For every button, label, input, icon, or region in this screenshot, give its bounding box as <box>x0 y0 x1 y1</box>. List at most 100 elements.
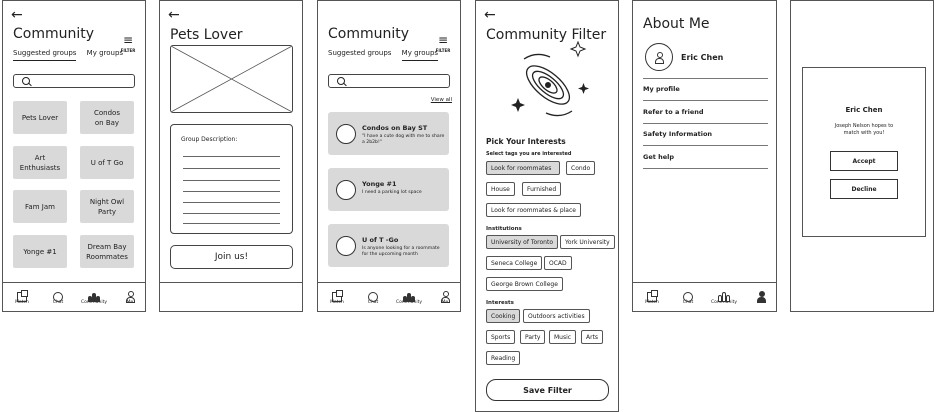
menu-item-profile[interactable]: My profile <box>643 85 768 101</box>
group-card[interactable]: U of T -Go Is anyone looking for a roomm… <box>328 224 449 267</box>
save-filter-button[interactable]: Save Filter <box>486 379 609 401</box>
group-people-icon <box>336 124 356 144</box>
institution-chip[interactable]: George Brown College <box>486 277 563 291</box>
tag-chip[interactable]: Look for roommates <box>486 161 560 175</box>
tab-match[interactable]: Match <box>7 287 37 305</box>
screen-match-request: Eric Chen Joseph Nelson hopes to match w… <box>790 0 934 312</box>
bottom-tab-bar: Match Chat Community Me <box>3 282 145 311</box>
tab-suggested-groups[interactable]: Suggested groups <box>328 49 391 60</box>
chat-icon <box>53 292 63 302</box>
community-icon <box>403 292 415 302</box>
group-desc: I need a parking lot space <box>362 190 422 195</box>
text-line <box>183 213 280 214</box>
chat-icon <box>368 292 378 302</box>
accept-button[interactable]: Accept <box>830 151 898 171</box>
group-name: Condos on Bay ST <box>362 124 428 132</box>
interest-chip[interactable]: Cooking <box>486 309 521 323</box>
group-tile[interactable]: Dream Bay Roommates <box>80 235 134 268</box>
group-description-box: Group Description: <box>170 124 293 234</box>
group-people-icon <box>336 236 356 256</box>
group-tile[interactable]: Yonge #1 <box>13 235 67 268</box>
person-icon <box>126 291 135 303</box>
text-line <box>183 191 280 192</box>
search-icon <box>22 77 30 85</box>
group-tile[interactable]: Pets Lover <box>13 101 67 134</box>
tab-chat[interactable]: Chat <box>43 287 73 305</box>
tab-match[interactable]: Match <box>637 287 667 305</box>
tab-me[interactable]: Me <box>430 287 460 305</box>
tab-my-groups[interactable]: My groups <box>87 49 123 60</box>
decline-button[interactable]: Decline <box>830 179 898 199</box>
tab-community[interactable]: Community <box>709 287 739 305</box>
group-desc: Is anyone looking for a roommate for the… <box>362 246 440 257</box>
group-tile[interactable]: Condos on Bay <box>80 101 134 134</box>
institution-chip[interactable]: Seneca College <box>486 256 543 270</box>
interest-chip[interactable]: Sports <box>486 330 516 344</box>
text-line <box>183 168 280 169</box>
text-line <box>183 202 280 203</box>
group-tile[interactable]: Fam Jam <box>13 190 67 223</box>
chat-icon <box>683 292 693 302</box>
tab-community[interactable]: Community <box>79 287 109 305</box>
tab-match[interactable]: Match <box>322 287 352 305</box>
tag-chip[interactable]: Furnished <box>522 182 562 196</box>
tab-community[interactable]: Community <box>394 287 424 305</box>
screen-community-my-groups: Community ≡ FILTER Suggested groups My g… <box>317 0 461 312</box>
group-tile[interactable]: Art Enthusiasts <box>13 146 67 179</box>
person-icon <box>655 52 664 64</box>
institution-chip[interactable]: OCAD <box>544 256 572 270</box>
search-input[interactable] <box>13 74 135 88</box>
back-arrow-icon[interactable]: ← <box>168 8 180 22</box>
search-icon <box>337 77 345 85</box>
group-card[interactable]: Yonge #1 I need a parking lot space <box>328 168 449 211</box>
match-icon <box>332 290 343 302</box>
interest-chip[interactable]: Reading <box>486 351 521 365</box>
tab-me[interactable]: Me <box>746 287 776 305</box>
tab-chat[interactable]: Chat <box>358 287 388 305</box>
match-icon <box>647 290 658 302</box>
group-people-icon <box>336 180 356 200</box>
back-arrow-icon[interactable]: ← <box>11 8 23 22</box>
tab-suggested-groups[interactable]: Suggested groups <box>13 49 77 61</box>
group-name: U of T -Go <box>362 236 399 244</box>
group-tile[interactable]: U of T Go <box>80 146 134 179</box>
divider <box>643 78 768 79</box>
group-desc: "I have a cute dog with me to share a 2b… <box>362 134 445 145</box>
select-tags-label: Select tags you are interested <box>486 151 572 157</box>
institution-chip[interactable]: University of Toronto <box>486 235 559 249</box>
interest-chip[interactable]: Outdoors activities <box>523 309 590 323</box>
tab-my-groups[interactable]: My groups <box>401 49 439 61</box>
community-icon <box>88 292 100 302</box>
tab-chat[interactable]: Chat <box>673 287 703 305</box>
tag-chip[interactable]: House <box>486 182 515 196</box>
avatar <box>645 43 673 71</box>
galaxy-icon <box>511 41 589 117</box>
search-input[interactable] <box>328 74 450 88</box>
page-title: Community <box>13 26 95 42</box>
interest-chip[interactable]: Music <box>549 330 577 344</box>
menu-item-safety[interactable]: Safety Information <box>643 130 768 146</box>
view-all-link[interactable]: View all <box>431 97 452 103</box>
group-card[interactable]: Condos on Bay ST "I have a cute dog with… <box>328 112 449 155</box>
tab-me[interactable]: Me <box>115 287 145 305</box>
interest-chip[interactable]: Party <box>520 330 546 344</box>
bottom-tab-bar: Match Chat Community Me <box>633 282 776 311</box>
match-message: Joseph Nelson hopes to match with you! <box>834 123 894 136</box>
pick-interests-heading: Pick Your Interests <box>486 137 566 146</box>
institution-chip[interactable]: York University <box>560 235 615 249</box>
interest-chip[interactable]: Arts <box>581 330 604 344</box>
join-button[interactable]: Join us! <box>170 245 293 269</box>
interests-label: Interests <box>486 300 514 306</box>
page-title: About Me <box>643 16 710 32</box>
group-tile[interactable]: Night Owl Party <box>80 190 134 223</box>
back-arrow-icon[interactable]: ← <box>484 8 496 22</box>
bottom-tab-bar <box>160 282 302 311</box>
menu-item-help[interactable]: Get help <box>643 153 768 169</box>
text-line <box>183 180 280 181</box>
tag-chip[interactable]: Condo <box>566 161 596 175</box>
sliders-icon: ≡ <box>437 33 449 47</box>
group-tabs: Suggested groups My groups <box>13 49 131 61</box>
screen-community-filter: ← Community Filter Pick Your Interests S… <box>475 0 619 412</box>
tag-chip[interactable]: Look for roommates & place <box>486 203 581 217</box>
menu-item-refer[interactable]: Refer to a friend <box>643 108 768 124</box>
